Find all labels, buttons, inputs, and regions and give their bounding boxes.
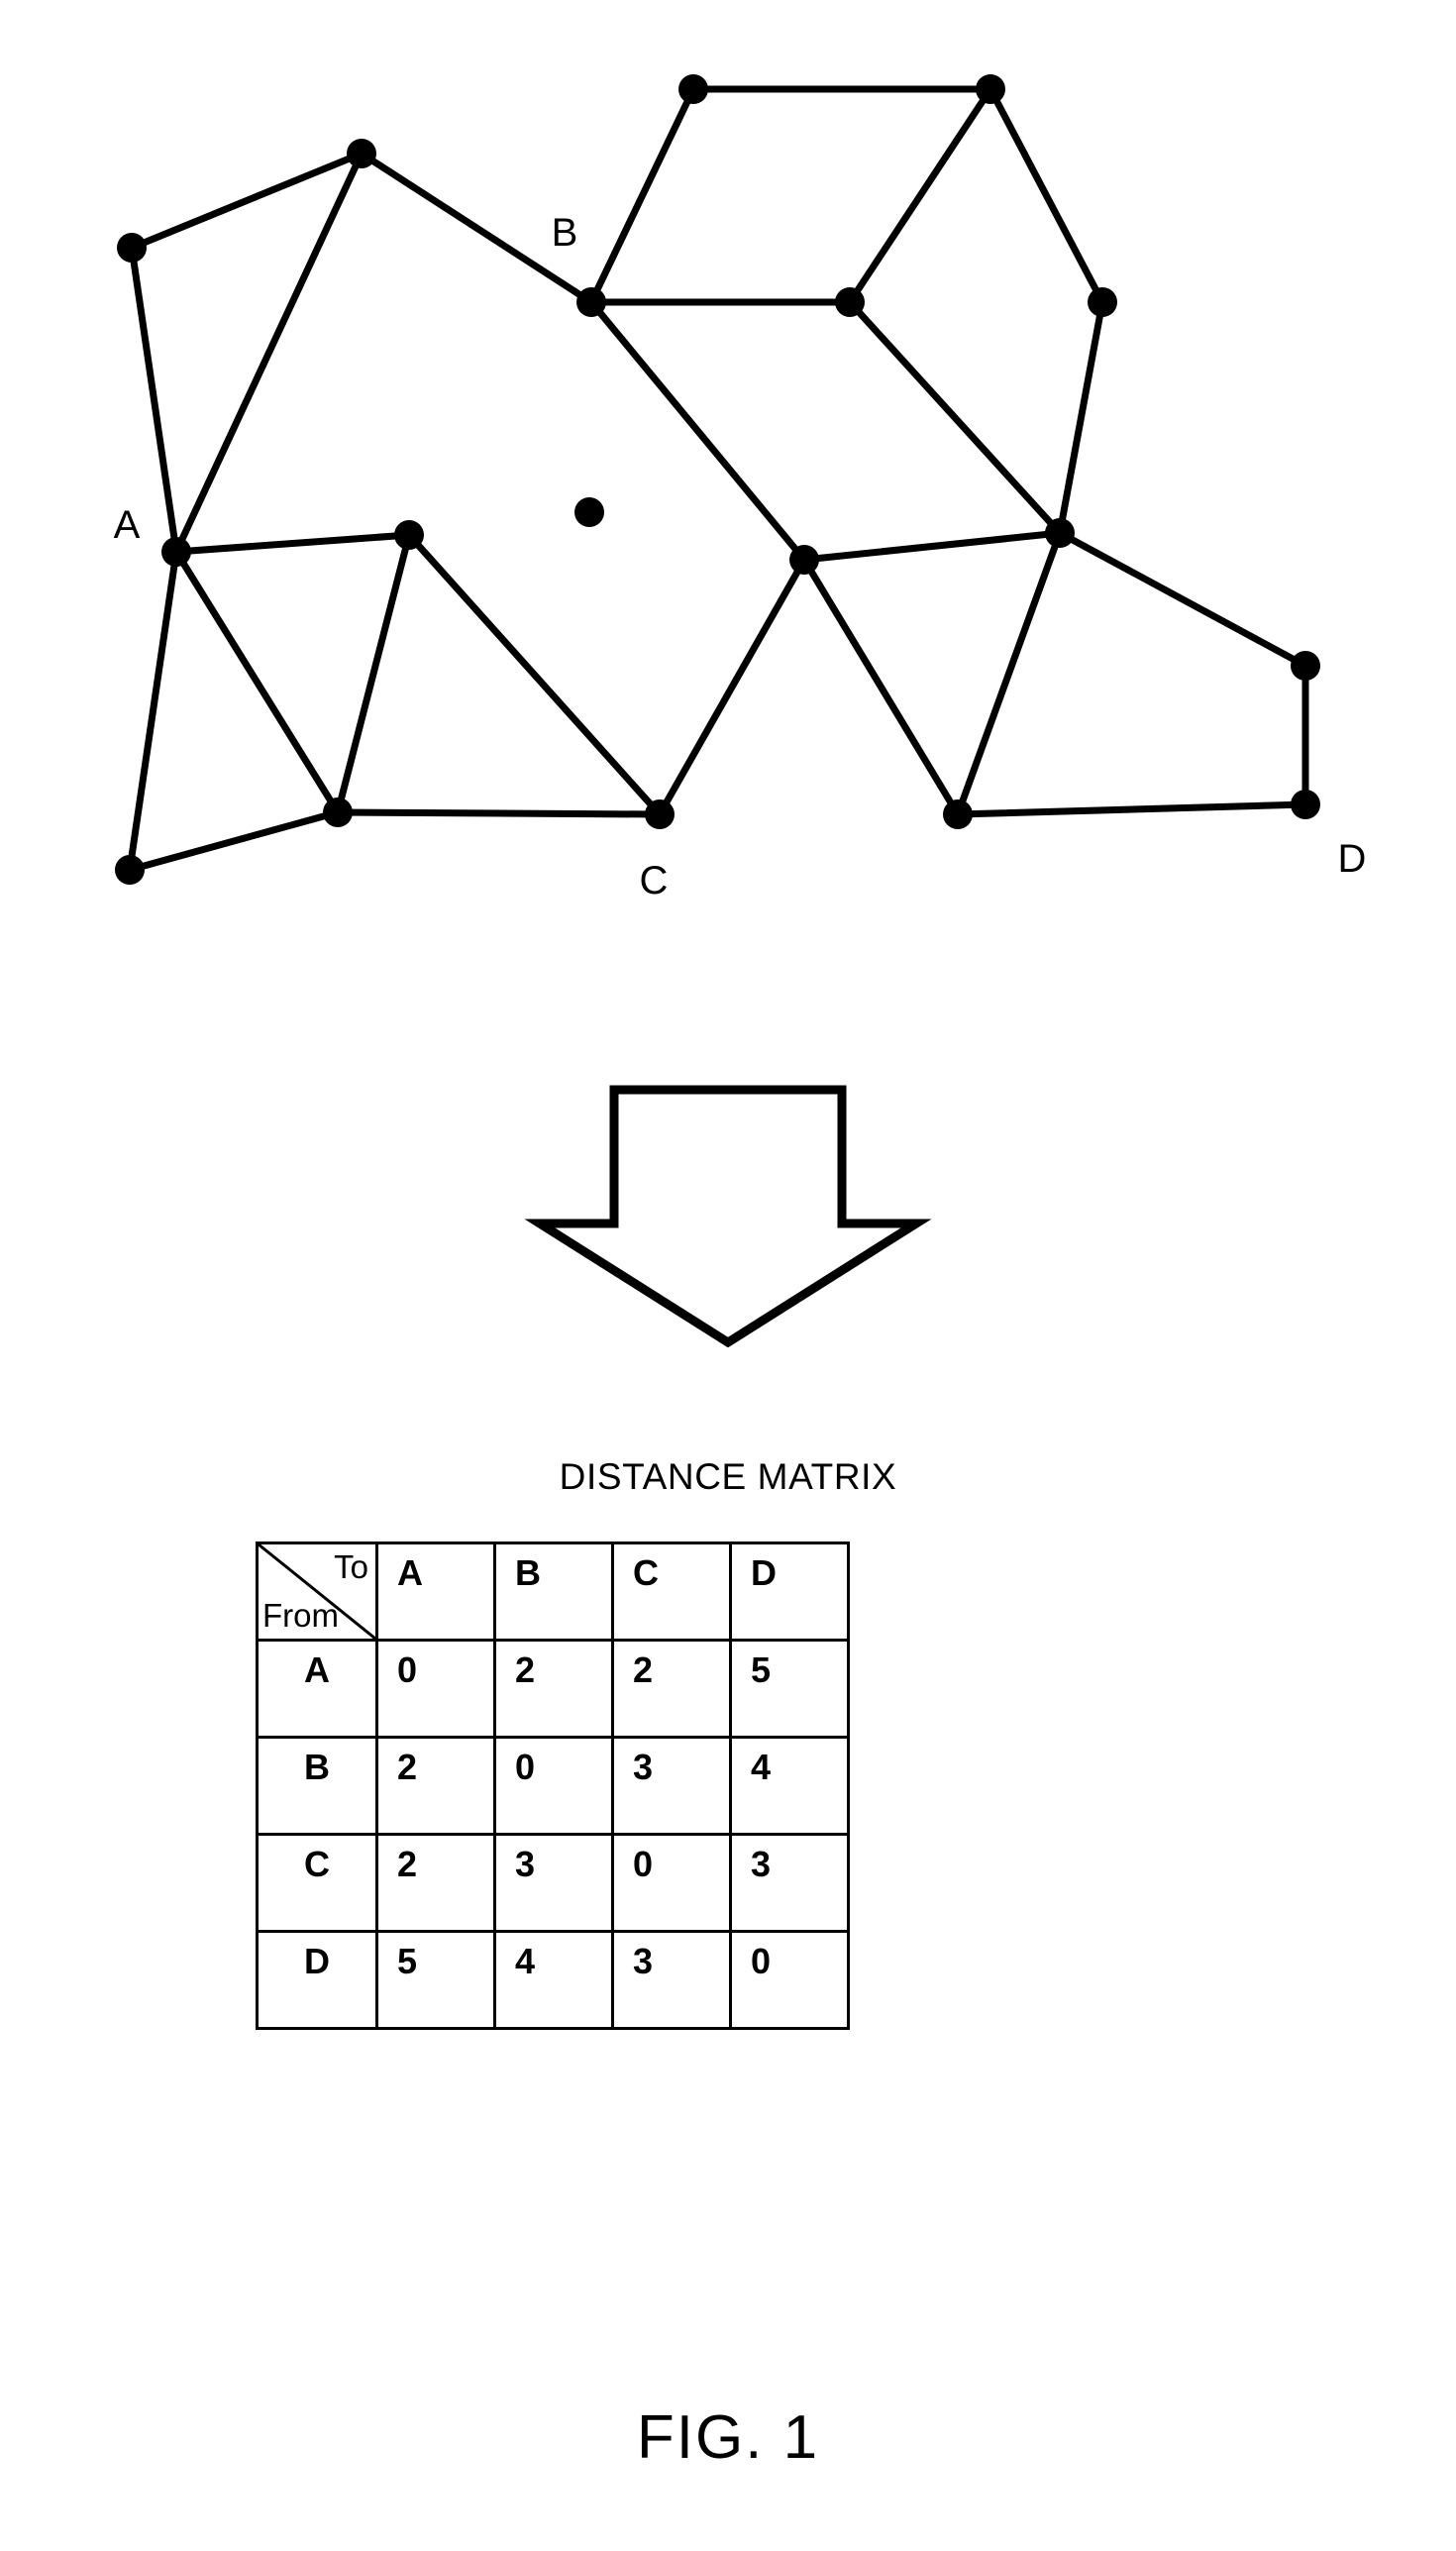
graph-node[interactable]: [789, 545, 819, 575]
table-row: D 5 4 3 0: [256, 1930, 850, 2030]
column-header-c: C: [611, 1541, 732, 1642]
arrow-shape: [524, 1085, 932, 1347]
cell-d-c: 3: [611, 1930, 732, 2030]
graph-node[interactable]: [678, 74, 708, 104]
graph-node[interactable]: [323, 797, 353, 827]
cell-b-c: 3: [611, 1736, 732, 1836]
graph-node[interactable]: [574, 497, 604, 527]
cell-c-b: 3: [493, 1833, 614, 1933]
cell-c-a: 2: [375, 1833, 496, 1933]
row-header-d: D: [256, 1930, 378, 2030]
graph-edge: [126, 548, 180, 874]
graph-edge: [954, 529, 1064, 818]
distance-matrix-block: DISTANCE MATRIX To From A B C D A 0 2 2 …: [0, 1456, 1456, 2030]
graph-node[interactable]: [115, 855, 145, 885]
graph-node[interactable]: [976, 74, 1005, 104]
graph-node[interactable]: [347, 139, 376, 168]
cell-b-b: 0: [493, 1736, 614, 1836]
graph-node-label-b: B: [552, 211, 578, 255]
graph-edge: [954, 800, 1309, 818]
cell-a-b: 2: [493, 1639, 614, 1739]
row-header-a: A: [256, 1639, 378, 1739]
graph-edge: [846, 298, 1064, 537]
corner-from-label: From: [262, 1597, 339, 1634]
cell-b-a: 2: [375, 1736, 496, 1836]
column-header-d: D: [729, 1541, 850, 1642]
graph-edge: [800, 556, 962, 818]
graph-node-label-c: C: [640, 859, 669, 903]
matrix-title: DISTANCE MATRIX: [559, 1456, 897, 1497]
table-header-row: To From A B C D: [256, 1541, 850, 1642]
graph-node[interactable]: [1291, 651, 1320, 681]
graph-edge: [172, 531, 413, 556]
figure-caption: FIG. 1: [636, 2403, 820, 2472]
corner-to-label: To: [334, 1548, 368, 1585]
cell-d-a: 5: [375, 1930, 496, 2030]
graph-node-label-d: D: [1338, 837, 1367, 881]
graph-edge: [334, 808, 664, 818]
matrix-wrap: To From A B C D A 0 2 2 5 B 2 0 3 4 C 2 …: [0, 1541, 1456, 2030]
down-arrow-icon: [524, 1085, 932, 1347]
network-graph-figure: A B C D: [0, 0, 1456, 971]
graph-edge: [1056, 529, 1309, 670]
cell-d-b: 4: [493, 1930, 614, 2030]
row-header-c: C: [256, 1833, 378, 1933]
graph-edge: [656, 556, 808, 818]
graph-edge: [172, 150, 365, 556]
cell-c-d: 3: [729, 1833, 850, 1933]
graph-node[interactable]: [943, 799, 973, 829]
graph-node[interactable]: [645, 799, 675, 829]
graph-node-group: [115, 74, 1320, 885]
graph-edge: [405, 531, 664, 818]
graph-edge: [800, 529, 1064, 564]
graph-node[interactable]: [576, 287, 606, 317]
cell-b-d: 4: [729, 1736, 850, 1836]
graph-node[interactable]: [1291, 790, 1320, 819]
cell-a-c: 2: [611, 1639, 732, 1739]
cell-a-a: 0: [375, 1639, 496, 1739]
graph-edge: [846, 85, 994, 306]
column-header-a: A: [375, 1541, 496, 1642]
graph-edge: [334, 531, 413, 816]
graph-edge: [587, 85, 697, 306]
graph-edge: [587, 298, 808, 564]
graph-edge: [126, 808, 342, 874]
matrix-corner-cell: To From: [256, 1541, 378, 1642]
graph-edge: [987, 85, 1106, 306]
graph-node-label-a: A: [114, 503, 141, 547]
column-header-b: B: [493, 1541, 614, 1642]
graph-edge: [1056, 298, 1106, 537]
cell-c-c: 0: [611, 1833, 732, 1933]
cell-a-d: 5: [729, 1639, 850, 1739]
graph-edge: [172, 548, 342, 816]
network-graph-svg: A B C D: [114, 74, 1367, 903]
graph-node[interactable]: [394, 520, 424, 550]
graph-node[interactable]: [1088, 287, 1117, 317]
graph-node[interactable]: [1045, 518, 1075, 548]
cell-d-d: 0: [729, 1930, 850, 2030]
down-arrow-block: [0, 1070, 1456, 1347]
row-header-b: B: [256, 1736, 378, 1836]
table-row: B 2 0 3 4: [256, 1736, 850, 1836]
graph-edge-group: [126, 85, 1309, 874]
graph-node[interactable]: [835, 287, 865, 317]
table-row: A 0 2 2 5: [256, 1639, 850, 1739]
graph-node[interactable]: [161, 537, 191, 567]
distance-matrix-table: To From A B C D A 0 2 2 5 B 2 0 3 4 C 2 …: [256, 1541, 850, 2030]
graph-node[interactable]: [117, 233, 147, 263]
table-row: C 2 3 0 3: [256, 1833, 850, 1933]
